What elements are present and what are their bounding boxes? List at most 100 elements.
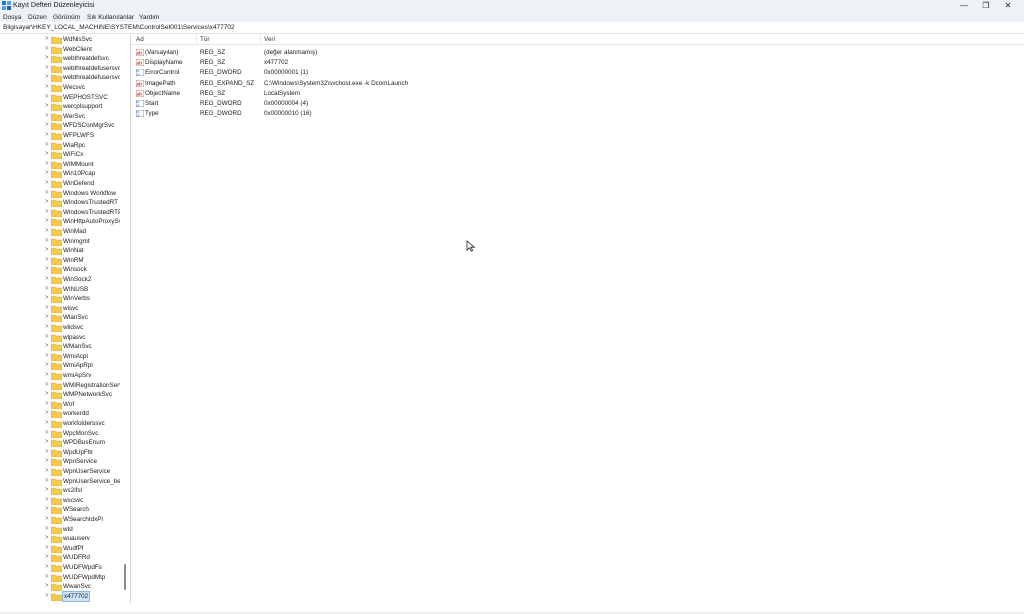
tree-item[interactable]: > WUDFWpdMtp [0, 573, 124, 583]
chevron-right-icon[interactable]: > [45, 169, 49, 179]
tree-item[interactable]: > WUDFRd [0, 553, 124, 563]
tree-item[interactable]: > WinRM [0, 256, 124, 266]
chevron-right-icon[interactable]: > [45, 525, 49, 535]
chevron-right-icon[interactable]: > [45, 35, 49, 45]
chevron-right-icon[interactable]: > [45, 534, 49, 544]
key-tree-pane[interactable]: > WdNisSvc > WebClient > webthreatdefsvc > webt… [0, 34, 131, 604]
tree-item[interactable]: > WinNat [0, 246, 124, 256]
chevron-right-icon[interactable]: > [45, 102, 49, 112]
tree-item[interactable]: > webthreatdefsvc [0, 54, 124, 64]
chevron-right-icon[interactable]: > [45, 477, 49, 487]
tree-item[interactable]: > WinHttpAutoProxySv [0, 217, 124, 227]
chevron-right-icon[interactable]: > [45, 83, 49, 93]
tree-item[interactable]: > WEPHOSTSVC [0, 93, 124, 103]
chevron-right-icon[interactable]: > [45, 361, 49, 371]
tree-item[interactable]: > WwanSvc [0, 582, 124, 592]
chevron-right-icon[interactable]: > [45, 323, 49, 333]
chevron-right-icon[interactable]: > [45, 246, 49, 256]
chevron-right-icon[interactable]: > [45, 285, 49, 295]
tree-item[interactable]: > WinSock2 [0, 275, 124, 285]
chevron-right-icon[interactable]: > [45, 112, 49, 122]
chevron-right-icon[interactable]: > [45, 179, 49, 189]
menu-help[interactable]: Yardım [139, 13, 159, 22]
chevron-right-icon[interactable]: > [45, 448, 49, 458]
tree-item[interactable]: > wtd [0, 525, 124, 535]
chevron-right-icon[interactable]: > [45, 73, 49, 83]
tree-item[interactable]: > WindowsTrustedRT [0, 198, 124, 208]
column-header-data[interactable]: Veri [264, 35, 275, 44]
chevron-right-icon[interactable]: > [45, 505, 49, 515]
chevron-right-icon[interactable]: > [45, 400, 49, 410]
chevron-right-icon[interactable]: > [45, 573, 49, 583]
column-header-type[interactable]: Tür [200, 35, 209, 44]
tree-item[interactable]: > WpdUpFltr [0, 448, 124, 458]
tree-item[interactable]: > webthreatdefusersvc [0, 64, 124, 74]
value-row[interactable]: ab DisplayName REG_SZ x477702 [132, 58, 1024, 68]
tree-item[interactable]: > WinDefend [0, 179, 124, 189]
tree-item[interactable]: > wisvc [0, 304, 124, 314]
tree-item[interactable]: > wlpasvc [0, 333, 124, 343]
tree-item[interactable]: > wlidsvc [0, 323, 124, 333]
tree-item[interactable]: > WpcMonSvc [0, 429, 124, 439]
tree-item[interactable]: > Wecsvc [0, 83, 124, 93]
tree-item[interactable]: > WdNisSvc [0, 35, 124, 45]
chevron-right-icon[interactable]: > [45, 515, 49, 525]
chevron-right-icon[interactable]: > [45, 438, 49, 448]
chevron-right-icon[interactable]: > [45, 141, 49, 151]
tree-item[interactable]: > WpnUserService [0, 467, 124, 477]
menu-favorites[interactable]: Sık Kullanılanlar [87, 13, 134, 22]
chevron-right-icon[interactable]: > [45, 553, 49, 563]
chevron-right-icon[interactable]: > [45, 189, 49, 199]
tree-item[interactable]: > WiFiCx [0, 150, 124, 160]
chevron-right-icon[interactable]: > [45, 496, 49, 506]
chevron-right-icon[interactable]: > [45, 313, 49, 323]
tree-item[interactable]: > WmiApRpl [0, 361, 124, 371]
chevron-right-icon[interactable]: > [45, 150, 49, 160]
column-separator[interactable] [196, 34, 197, 44]
chevron-right-icon[interactable]: > [45, 208, 49, 218]
chevron-right-icon[interactable]: > [45, 198, 49, 208]
tree-item[interactable]: > WerSvc [0, 112, 124, 122]
tree-item[interactable]: > workerdd [0, 409, 124, 419]
tree-item[interactable]: > WUDFWpdFs [0, 563, 124, 573]
address-path[interactable]: Bilgisayar\HKEY_LOCAL_MACHINE\SYSTEM\Con… [3, 24, 235, 32]
chevron-right-icon[interactable]: > [45, 160, 49, 170]
tree-item[interactable]: > x477702 [0, 590, 124, 603]
tree-item[interactable]: > Winmgmt [0, 237, 124, 247]
tree-item[interactable]: > ws2ifsl [0, 486, 124, 496]
chevron-right-icon[interactable]: > [45, 256, 49, 266]
chevron-right-icon[interactable]: > [45, 429, 49, 439]
column-header-name[interactable]: Ad [136, 35, 144, 44]
tree-item[interactable]: > WSearch [0, 505, 124, 515]
chevron-right-icon[interactable]: > [45, 457, 49, 467]
tree-item[interactable]: > wercplsupport [0, 102, 124, 112]
chevron-right-icon[interactable]: > [45, 93, 49, 103]
tree-item[interactable]: > Win10Pcap [0, 169, 124, 179]
tree-item[interactable]: > webthreatdefusersvc [0, 73, 124, 83]
tree-item[interactable]: > WManSvc [0, 342, 124, 352]
tree-item[interactable]: > WPDBusEnum [0, 438, 124, 448]
tree-item[interactable]: > wmiApSrv [0, 371, 124, 381]
menu-edit[interactable]: Düzen [28, 13, 47, 22]
value-row[interactable]: ab ImagePath REG_EXPAND_SZ C:\Windows\Syste… [132, 79, 1024, 89]
tree-item[interactable]: > Wof [0, 400, 124, 410]
value-row[interactable]: ab (Varsayılan) REG_SZ (değer atanmamış) [132, 48, 1024, 58]
tree-item[interactable]: > WpnUserService_be [0, 477, 124, 487]
tree-item[interactable]: > wuauserv [0, 534, 124, 544]
chevron-right-icon[interactable]: > [45, 352, 49, 362]
tree-item[interactable]: > WFDSConMgrSvc [0, 121, 124, 131]
menu-view[interactable]: Görünüm [53, 13, 80, 22]
tree-item[interactable]: > WlanSvc [0, 313, 124, 323]
chevron-right-icon[interactable]: > [45, 275, 49, 285]
chevron-right-icon[interactable]: > [45, 265, 49, 275]
maximize-button[interactable]: ❐ [974, 0, 998, 12]
address-bar[interactable]: Bilgisayar\HKEY_LOCAL_MACHINE\SYSTEM\Con… [0, 23, 1024, 34]
chevron-right-icon[interactable]: > [45, 390, 49, 400]
chevron-right-icon[interactable]: > [45, 121, 49, 131]
chevron-right-icon[interactable]: > [45, 467, 49, 477]
tree-item[interactable]: > Windows Workflow [0, 189, 124, 199]
chevron-right-icon[interactable]: > [45, 64, 49, 74]
chevron-right-icon[interactable]: > [45, 419, 49, 429]
values-list-pane[interactable]: Ad Tür Veri ab (Varsayılan) REG_SZ (değer a… [132, 34, 1024, 612]
chevron-right-icon[interactable]: > [45, 486, 49, 496]
